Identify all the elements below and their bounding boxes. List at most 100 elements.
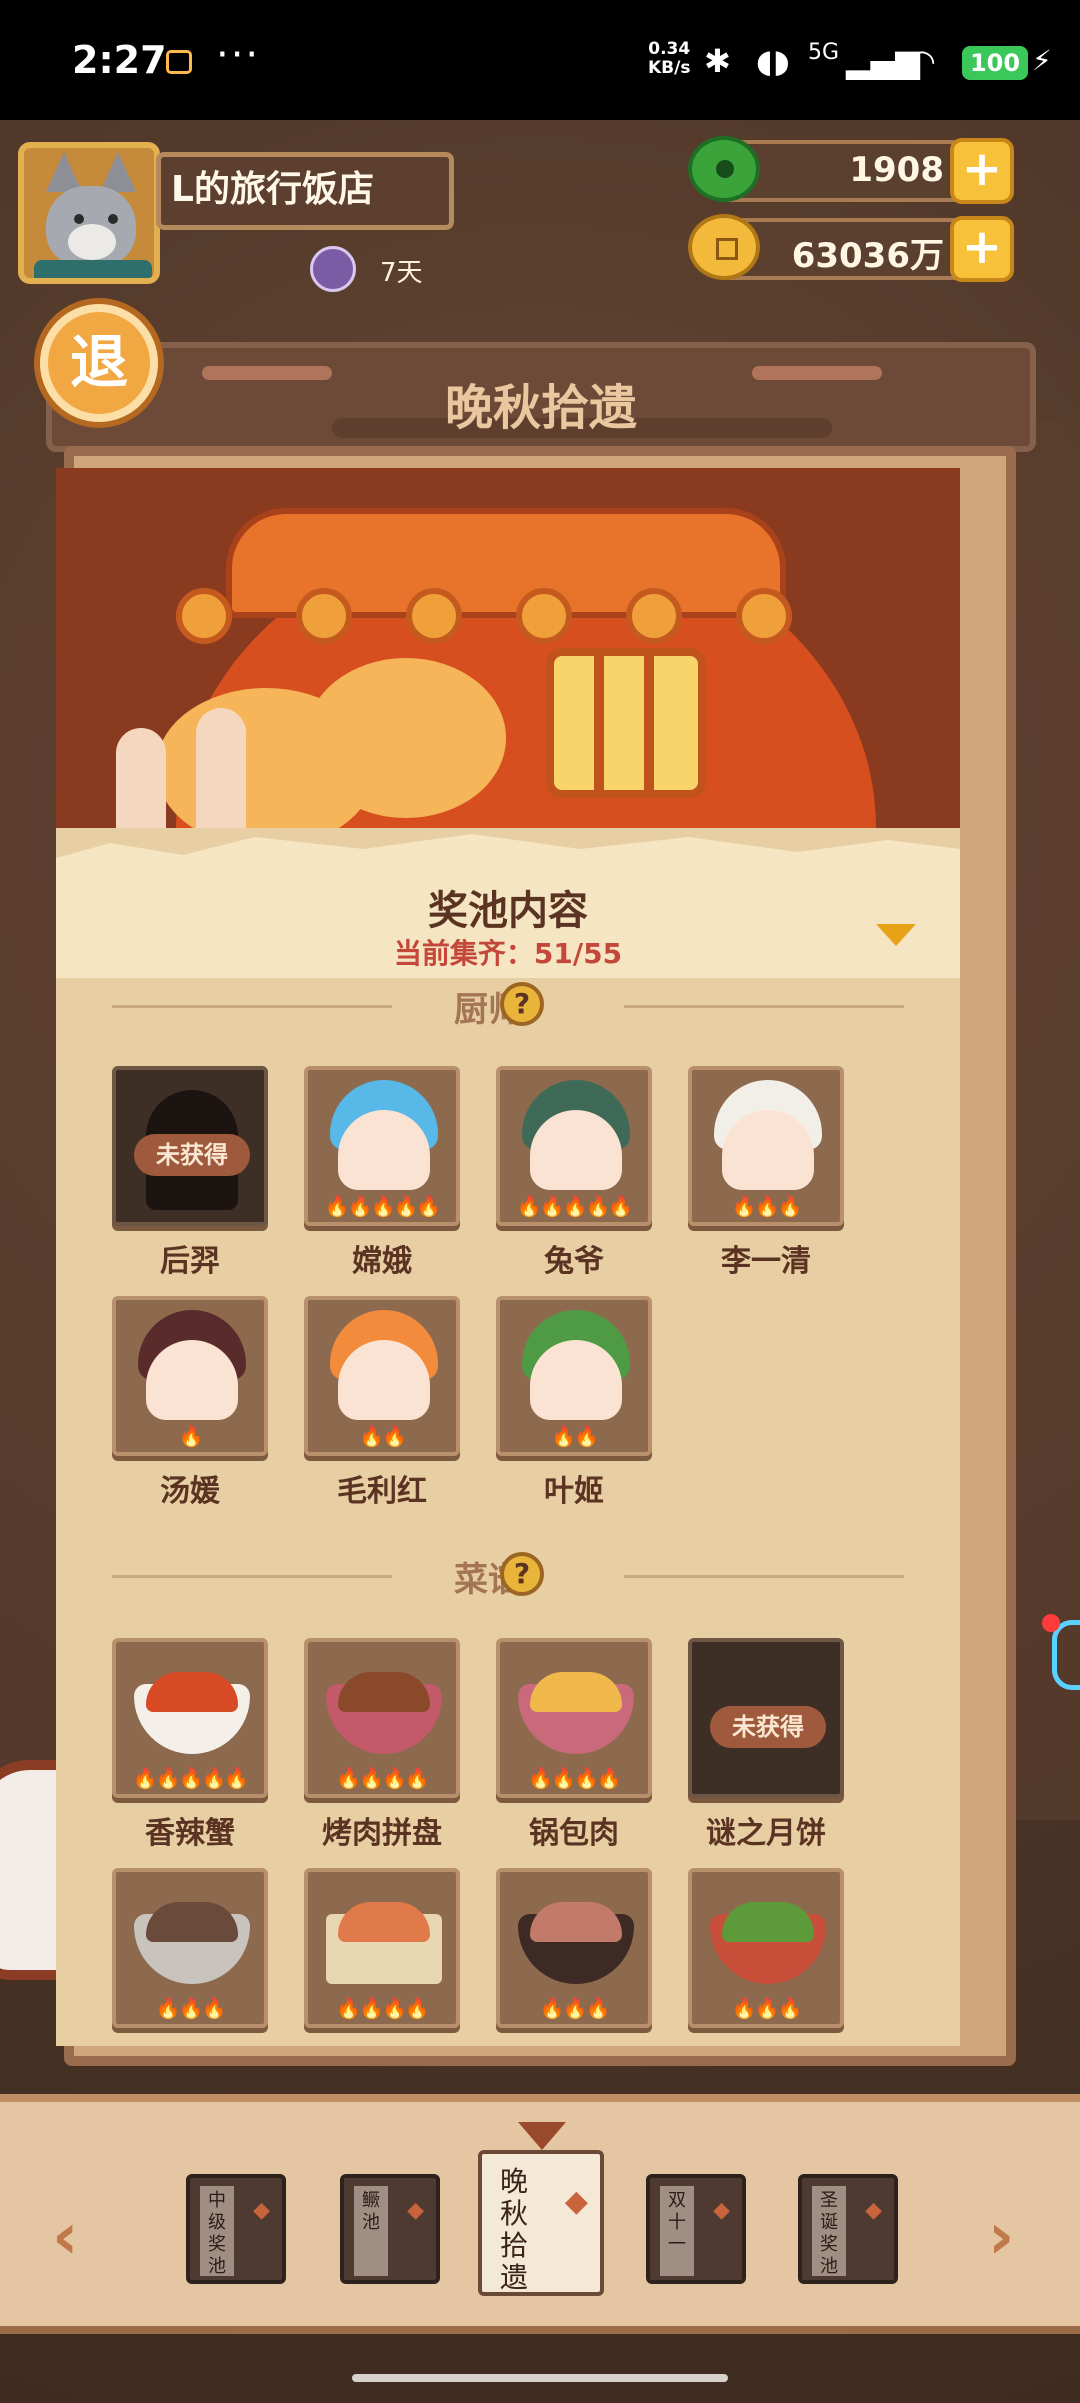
side-float-button[interactable] bbox=[1052, 1620, 1080, 1690]
roof-tile bbox=[176, 588, 232, 644]
locked-badge: 未获得 bbox=[710, 1706, 826, 1748]
home-indicator[interactable] bbox=[352, 2374, 728, 2382]
network-speed-value: 0.34 bbox=[648, 39, 691, 59]
prev-arrow-icon[interactable]: ‹ bbox=[52, 2200, 78, 2274]
roof-tile bbox=[626, 588, 682, 644]
dish-food bbox=[146, 1902, 238, 1942]
recipe-card[interactable]: 🔥🔥🔥 bbox=[496, 1868, 652, 2028]
pool-tab-gui[interactable]: 鳜池 ◆ bbox=[340, 2174, 440, 2284]
chef-card-tangyuan[interactable]: 🔥 bbox=[112, 1296, 268, 1456]
rarity-flames: 🔥 bbox=[178, 1424, 204, 1448]
chef-name: 兔爷 bbox=[544, 1244, 604, 1279]
pool-header: 奖池内容 当前集齐：51/55 bbox=[56, 834, 960, 978]
recipe-card[interactable]: 🔥🔥🔥 bbox=[688, 1868, 844, 2028]
dish-food bbox=[338, 1902, 430, 1942]
chef-name: 毛利红 bbox=[337, 1474, 427, 1509]
exit-button[interactable]: 退 bbox=[40, 304, 158, 422]
recipe-card-guobaorou[interactable]: 🔥🔥🔥🔥 bbox=[496, 1638, 652, 1798]
pool-collected-count: 当前集齐：51/55 bbox=[393, 937, 623, 970]
avatar-eye bbox=[108, 214, 118, 224]
pool-tab-label: 圣诞奖池 bbox=[820, 2190, 838, 2277]
coin-icon bbox=[688, 214, 760, 280]
recipe-help-icon[interactable]: ? bbox=[500, 1552, 544, 1596]
add-jade-button[interactable]: + bbox=[950, 138, 1014, 204]
dish-food bbox=[530, 1902, 622, 1942]
pool-tab-christmas[interactable]: 圣诞奖池 ◆ bbox=[798, 2174, 898, 2284]
jade-icon bbox=[688, 136, 760, 202]
helper-avatar-icon[interactable] bbox=[310, 246, 356, 292]
recipe-name: 香辣蟹 bbox=[145, 1816, 235, 1851]
chef-name: 李一清 bbox=[721, 1244, 811, 1279]
network-type: 5G bbox=[808, 40, 840, 65]
rarity-flames: 🔥🔥🔥 bbox=[731, 1996, 803, 2020]
rarity-flames: 🔥🔥🔥🔥 bbox=[336, 1766, 430, 1790]
rarity-flames: 🔥🔥🔥🔥🔥 bbox=[132, 1766, 250, 1790]
recipe-name: 锅包肉 bbox=[529, 1816, 619, 1851]
chef-card-houyi[interactable]: 未获得 bbox=[112, 1066, 268, 1226]
chef-card-change[interactable]: 🔥🔥🔥🔥🔥 bbox=[304, 1066, 460, 1226]
collapse-arrow-icon[interactable] bbox=[876, 924, 916, 946]
chef-name: 叶姬 bbox=[544, 1474, 604, 1509]
pool-tab-label: 晚秋拾遗 bbox=[499, 2165, 528, 2294]
art-lantern bbox=[546, 648, 706, 798]
status-bar: 2:27 ··· 0.34 KB/s ✱ ◖◗ 5G ▂▄▆ ◠ 100 ⚡ bbox=[0, 0, 1080, 120]
coin-value: 63036万 bbox=[791, 236, 944, 276]
chef-name: 嫦娥 bbox=[352, 1244, 412, 1279]
avatar-ear bbox=[100, 152, 136, 192]
roof-tile bbox=[736, 588, 792, 644]
rarity-flames: 🔥🔥🔥🔥 bbox=[336, 1996, 430, 2020]
next-arrow-icon[interactable]: › bbox=[988, 2200, 1014, 2274]
pool-tab-label: 中级奖池 bbox=[208, 2190, 226, 2277]
avatar-eye bbox=[74, 214, 84, 224]
dish-food bbox=[146, 1672, 238, 1712]
art-cloud bbox=[306, 658, 506, 818]
rarity-flames: 🔥🔥 bbox=[359, 1424, 407, 1448]
battery-indicator: 100 bbox=[962, 46, 1028, 80]
charging-icon: ⚡ bbox=[1032, 44, 1052, 77]
banner-art bbox=[56, 468, 960, 1128]
jade-value: 1908 bbox=[849, 150, 944, 190]
rarity-flames: 🔥🔥🔥 bbox=[155, 1996, 227, 2020]
chef-card-yeji[interactable]: 🔥🔥 bbox=[496, 1296, 652, 1456]
book-seal-icon: ◆ bbox=[865, 2198, 882, 2223]
player-avatar[interactable] bbox=[18, 142, 160, 284]
book-seal-icon: ◆ bbox=[407, 2198, 424, 2223]
title-banner: 晚秋拾遗 bbox=[46, 342, 1036, 452]
roof-tile bbox=[516, 588, 572, 644]
add-coin-button[interactable]: + bbox=[950, 216, 1014, 282]
book-seal-icon: ◆ bbox=[713, 2198, 730, 2223]
chef-card-maolihong[interactable]: 🔥🔥 bbox=[304, 1296, 460, 1456]
recipe-name: 谜之月饼 bbox=[706, 1816, 826, 1851]
notification-dot bbox=[1042, 1614, 1060, 1632]
network-speed-unit: KB/s bbox=[648, 58, 691, 78]
roof-tile bbox=[296, 588, 352, 644]
recipe-card-bbq-platter[interactable]: 🔥🔥🔥🔥 bbox=[304, 1638, 460, 1798]
dish-food bbox=[530, 1672, 622, 1712]
more-notifications-icon: ··· bbox=[216, 32, 261, 78]
recipe-card-spicy-crab[interactable]: 🔥🔥🔥🔥🔥 bbox=[112, 1638, 268, 1798]
recipe-card-mystery-mooncake[interactable]: 未获得 bbox=[688, 1638, 844, 1798]
status-time: 2:27 bbox=[72, 38, 167, 82]
pool-title: 奖池内容 bbox=[428, 888, 588, 934]
shop-name[interactable]: L的旅行饭店 bbox=[156, 152, 454, 230]
rarity-flames: 🔥🔥🔥🔥 bbox=[528, 1766, 622, 1790]
dish-food bbox=[722, 1902, 814, 1942]
wifi-icon: ◠ bbox=[908, 42, 936, 80]
chef-help-icon[interactable]: ? bbox=[500, 982, 544, 1026]
avatar-scarf bbox=[34, 260, 152, 278]
pool-content-panel: 奖池内容 当前集齐：51/55 厨师 ? 未获得 后羿 🔥🔥🔥🔥🔥 嫦娥 🔥🔥🔥… bbox=[56, 828, 960, 2046]
avatar-snout bbox=[68, 224, 116, 260]
rarity-flames: 🔥🔥 bbox=[551, 1424, 599, 1448]
recipe-card[interactable]: 🔥🔥🔥🔥 bbox=[304, 1868, 460, 2028]
roof-tile bbox=[406, 588, 462, 644]
pool-scroll[interactable]: 奖池内容 当前集齐：51/55 厨师 ? 未获得 后羿 🔥🔥🔥🔥🔥 嫦娥 🔥🔥🔥… bbox=[56, 468, 960, 2046]
pool-tab-double-eleven[interactable]: 双十一 ◆ bbox=[646, 2174, 746, 2284]
pool-tab-intermediate[interactable]: 中级奖池 ◆ bbox=[186, 2174, 286, 2284]
chef-card-liyiqing[interactable]: 🔥🔥🔥 bbox=[688, 1066, 844, 1226]
recipe-card[interactable]: 🔥🔥🔥 bbox=[112, 1868, 268, 2028]
pool-tab-late-autumn[interactable]: 晚秋拾遗 ◆ bbox=[478, 2150, 604, 2296]
locked-badge: 未获得 bbox=[134, 1134, 250, 1176]
rarity-flames: 🔥🔥🔥 bbox=[539, 1996, 611, 2020]
helper-days: 7天 bbox=[380, 258, 423, 288]
chef-card-tuye[interactable]: 🔥🔥🔥🔥🔥 bbox=[496, 1066, 652, 1226]
